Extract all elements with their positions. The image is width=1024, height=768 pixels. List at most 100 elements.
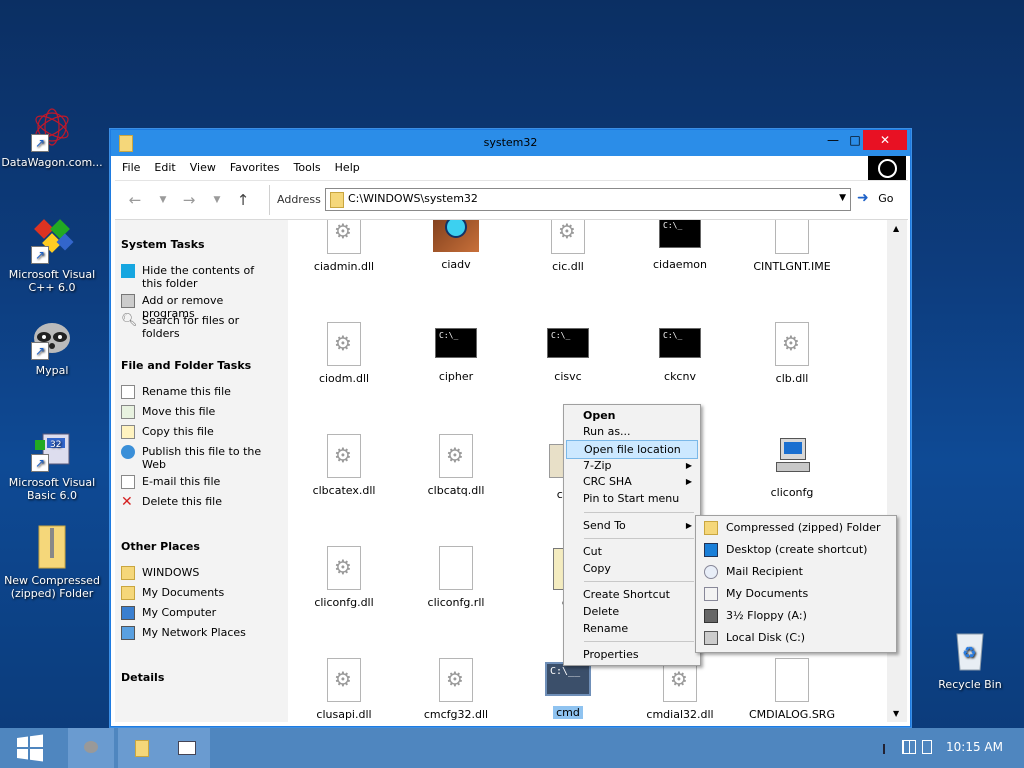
sendto-desktop[interactable]: Desktop (create shortcut) bbox=[698, 539, 894, 561]
place-my-computer[interactable]: My Computer bbox=[121, 606, 281, 620]
computer-icon bbox=[776, 438, 810, 474]
close-button[interactable]: ✕ bbox=[863, 130, 907, 150]
place-network[interactable]: My Network Places bbox=[121, 626, 281, 640]
other-places-title: Other Places bbox=[121, 540, 200, 553]
taskbar-explorer[interactable] bbox=[118, 728, 164, 768]
move-icon bbox=[121, 405, 135, 419]
file-item[interactable]: CINTLGNT.IME bbox=[742, 220, 842, 273]
desktop-icon-mypal[interactable]: ↗ Mypal bbox=[0, 314, 104, 377]
blank-file-icon bbox=[775, 220, 809, 254]
address-value: C:\WINDOWS\system32 bbox=[348, 192, 478, 205]
menu-file[interactable]: File bbox=[115, 156, 147, 180]
scroll-up-icon[interactable]: ▲ bbox=[893, 224, 899, 233]
menu-create-shortcut[interactable]: Create Shortcut bbox=[566, 586, 698, 603]
task-rename-file[interactable]: Rename this file bbox=[121, 385, 281, 399]
go-button[interactable]: ➜ Go bbox=[857, 190, 894, 206]
task-move-file[interactable]: Move this file bbox=[121, 405, 281, 419]
file-item[interactable]: ⚙ ciadmin.dll bbox=[294, 220, 394, 273]
zip-folder-icon bbox=[29, 524, 75, 570]
menu-crc-sha[interactable]: CRC SHA ▶ bbox=[566, 473, 698, 490]
file-label: cidaemon bbox=[652, 258, 707, 271]
sendto-my-documents[interactable]: My Documents bbox=[698, 583, 894, 605]
menu-7zip[interactable]: 7-Zip ▶ bbox=[566, 457, 698, 474]
sendto-floppy[interactable]: 3½ Floppy (A:) bbox=[698, 605, 894, 627]
menu-rename[interactable]: Rename bbox=[566, 620, 698, 637]
menu-edit[interactable]: Edit bbox=[147, 156, 182, 180]
file-item[interactable]: ⚙ cliconfg.dll bbox=[294, 546, 394, 609]
folder-icon bbox=[330, 192, 344, 208]
place-windows[interactable]: WINDOWS bbox=[121, 566, 281, 580]
windows-logo-icon bbox=[17, 734, 43, 762]
file-item[interactable]: ⚙ ciodm.dll bbox=[294, 322, 394, 385]
scroll-down-icon[interactable]: ▼ bbox=[893, 709, 899, 718]
file-item[interactable]: ⚙ clbcatq.dll bbox=[406, 434, 506, 497]
context-menu: Open Run as... Open file location 7-Zip ▶… bbox=[563, 404, 701, 666]
menu-send-to[interactable]: Send To ▶ bbox=[566, 517, 698, 534]
place-my-documents[interactable]: My Documents bbox=[121, 586, 281, 600]
file-item[interactable]: ⚙ clb.dll bbox=[742, 322, 842, 385]
task-search-files[interactable]: 🔍︎ Search for files or folders bbox=[121, 314, 281, 341]
task-delete-file[interactable]: ✕ Delete this file bbox=[121, 495, 281, 509]
task-copy-file[interactable]: Copy this file bbox=[121, 425, 281, 439]
menu-pin-start[interactable]: Pin to Start menu bbox=[566, 490, 698, 507]
desktop-icon-zip-folder[interactable]: New Compressed (zipped) Folder bbox=[0, 524, 104, 600]
forward-dropdown-icon[interactable]: ▼ bbox=[207, 190, 227, 210]
menu-open[interactable]: Open bbox=[566, 407, 698, 424]
file-item[interactable]: ⚙ cic.dll bbox=[518, 220, 618, 273]
chevron-down-icon[interactable]: ▼ bbox=[839, 193, 846, 203]
address-bar[interactable]: C:\WINDOWS\system32 ▼ bbox=[325, 188, 851, 211]
desktop-icon-recycle-bin[interactable]: ♻ Recycle Bin bbox=[918, 628, 1022, 691]
title-bar[interactable]: system32 — □ ✕ bbox=[111, 130, 910, 156]
dll-file-icon: ⚙ bbox=[327, 220, 361, 254]
file-item-selected[interactable]: C:\__ cmd bbox=[518, 658, 618, 719]
file-item[interactable]: C:\_ cisvc bbox=[518, 322, 618, 383]
file-label: cliconfg.rll bbox=[427, 596, 485, 609]
tray-grid-icon[interactable] bbox=[902, 740, 916, 754]
back-button[interactable]: ← bbox=[125, 190, 145, 210]
menu-help[interactable]: Help bbox=[328, 156, 367, 180]
file-item[interactable]: ⚙ cmcfg32.dll bbox=[406, 658, 506, 721]
desktop-icon-visual-basic[interactable]: 32 ↗ Microsoft Visual Basic 6.0 bbox=[0, 426, 104, 502]
up-button[interactable]: ↑ bbox=[233, 190, 253, 210]
desktop-icon-label: Microsoft Visual C++ 6.0 bbox=[8, 268, 96, 294]
file-item[interactable]: C:\_ ckcnv bbox=[630, 322, 730, 383]
toolbar-divider bbox=[269, 185, 270, 215]
file-item[interactable]: ⚙ clbcatex.dll bbox=[294, 434, 394, 497]
send-to-submenu: Compressed (zipped) Folder Desktop (crea… bbox=[695, 515, 897, 653]
submenu-arrow-icon: ▶ bbox=[685, 477, 692, 486]
menu-tools[interactable]: Tools bbox=[287, 156, 328, 180]
menu-view[interactable]: View bbox=[183, 156, 223, 180]
sendto-mail-recipient[interactable]: Mail Recipient bbox=[698, 561, 894, 583]
menu-delete[interactable]: Delete bbox=[566, 603, 698, 620]
task-email-file[interactable]: E-mail this file bbox=[121, 475, 281, 489]
clock[interactable]: 10:15 AM bbox=[946, 740, 1003, 754]
file-label: cipher bbox=[438, 370, 474, 383]
file-item[interactable]: CMDIALOG.SRG bbox=[742, 658, 842, 721]
back-dropdown-icon[interactable]: ▼ bbox=[153, 190, 173, 210]
file-item[interactable]: cliconfg.rll bbox=[406, 546, 506, 609]
menu-run-as[interactable]: Run as... bbox=[566, 423, 698, 440]
taskbar-window[interactable] bbox=[164, 728, 210, 768]
sendto-compressed-folder[interactable]: Compressed (zipped) Folder bbox=[698, 517, 894, 539]
start-button[interactable] bbox=[8, 728, 52, 768]
file-item[interactable]: cliconfg bbox=[742, 434, 842, 499]
file-item[interactable]: C:\_ cipher bbox=[406, 322, 506, 383]
console-icon: C:\_ bbox=[659, 220, 701, 248]
file-item[interactable]: ⚙ clusapi.dll bbox=[294, 658, 394, 721]
task-hide-contents[interactable]: Hide the contents of this folder bbox=[121, 264, 281, 290]
desktop-icon-label: DataWagon.com... bbox=[1, 156, 103, 169]
menu-cut[interactable]: Cut bbox=[566, 543, 698, 560]
sendto-local-disk[interactable]: Local Disk (C:) bbox=[698, 627, 894, 649]
forward-button[interactable]: → bbox=[179, 190, 199, 210]
file-item[interactable]: C:\_ cidaemon bbox=[630, 220, 730, 271]
file-item[interactable]: ⚙ cmdial32.dll bbox=[630, 658, 730, 721]
file-item[interactable]: ciadv bbox=[406, 220, 506, 271]
task-publish-web[interactable]: Publish this file to the Web bbox=[121, 445, 281, 471]
menu-copy[interactable]: Copy bbox=[566, 560, 698, 577]
menu-favorites[interactable]: Favorites bbox=[223, 156, 287, 180]
desktop-icon-datawagon[interactable]: ↗ DataWagon.com... bbox=[0, 106, 104, 169]
taskbar-mypal[interactable] bbox=[68, 728, 114, 768]
tray-battery-icon[interactable] bbox=[922, 740, 932, 754]
desktop-icon-visual-cpp[interactable]: ↗ Microsoft Visual C++ 6.0 bbox=[0, 218, 104, 294]
menu-properties[interactable]: Properties bbox=[566, 646, 698, 663]
